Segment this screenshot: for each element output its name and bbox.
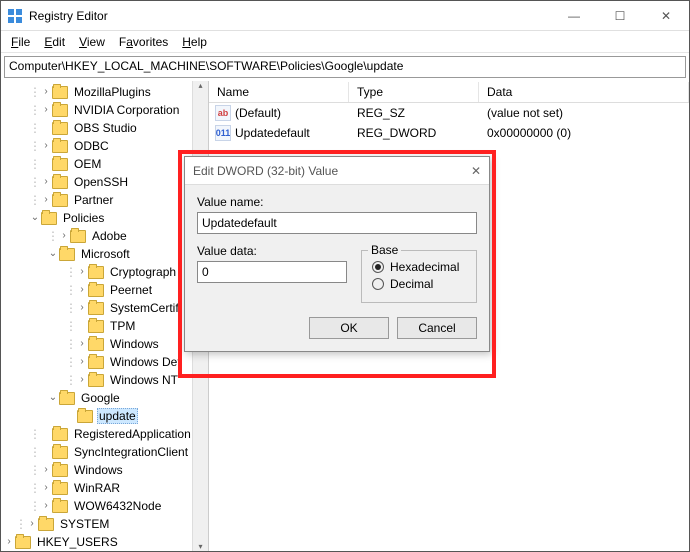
maximize-button[interactable]: ☐ — [597, 1, 643, 30]
folder-icon — [88, 266, 104, 279]
ok-button[interactable]: OK — [309, 317, 389, 339]
folder-icon — [59, 392, 75, 405]
value-row[interactable]: 011Updatedefault REG_DWORD 0x00000000 (0… — [209, 123, 689, 143]
folder-icon — [88, 374, 104, 387]
dword-value-icon: 011 — [215, 125, 231, 141]
base-group: Base Hexadecimal Decimal — [361, 250, 477, 303]
folder-icon — [88, 302, 104, 315]
address-bar[interactable]: Computer\HKEY_LOCAL_MACHINE\SOFTWARE\Pol… — [4, 56, 686, 78]
tree-pane: ⋮›MozillaPlugins ⋮›NVIDIA Corporation ⋮ … — [1, 81, 209, 551]
menu-file[interactable]: File — [5, 33, 36, 51]
tree-item[interactable]: ⋮›SystemCertif — [3, 299, 208, 317]
tree-item[interactable]: ⋮ OBS Studio — [3, 119, 208, 137]
folder-icon — [52, 428, 68, 441]
tree-item[interactable]: ⋮›Cryptograph — [3, 263, 208, 281]
col-header-data[interactable]: Data — [479, 82, 689, 102]
folder-icon — [52, 104, 68, 117]
folder-icon — [52, 500, 68, 513]
menubar: File Edit View Favorites Help — [1, 31, 689, 53]
tree-item[interactable]: ⋮›Peernet — [3, 281, 208, 299]
folder-icon — [88, 356, 104, 369]
folder-icon — [52, 140, 68, 153]
folder-icon — [70, 230, 86, 243]
titlebar: Registry Editor ― ☐ ✕ — [1, 1, 689, 31]
menu-favorites[interactable]: Favorites — [113, 33, 174, 51]
tree-item[interactable]: ⌄Microsoft — [3, 245, 208, 263]
tree-item[interactable]: ⋮›Windows NT — [3, 371, 208, 389]
folder-icon — [52, 122, 68, 135]
edit-dword-dialog: Edit DWORD (32-bit) Value ✕ Value name: … — [184, 156, 490, 352]
close-button[interactable]: ✕ — [643, 1, 689, 30]
tree-item-selected[interactable]: update — [3, 407, 208, 425]
folder-icon — [52, 86, 68, 99]
tree-item[interactable]: ⋮›NVIDIA Corporation — [3, 101, 208, 119]
tree-item[interactable]: ›HKEY_USERS — [3, 533, 208, 551]
base-legend: Base — [368, 243, 401, 257]
folder-icon — [52, 194, 68, 207]
folder-icon — [41, 212, 57, 225]
radio-icon — [372, 278, 384, 290]
folder-icon — [59, 248, 75, 261]
list-header: Name Type Data — [209, 81, 689, 103]
tree-item[interactable]: ⌄Policies — [3, 209, 208, 227]
menu-view[interactable]: View — [73, 33, 111, 51]
minimize-button[interactable]: ― — [551, 1, 597, 30]
tree-item[interactable]: ⋮ OEM — [3, 155, 208, 173]
col-header-name[interactable]: Name — [209, 82, 349, 102]
menu-edit[interactable]: Edit — [38, 33, 71, 51]
tree-item[interactable]: ⋮›Windows Def — [3, 353, 208, 371]
cancel-button[interactable]: Cancel — [397, 317, 477, 339]
tree-item[interactable]: ⋮›Partner — [3, 191, 208, 209]
folder-icon — [52, 464, 68, 477]
value-data-label: Value data: — [197, 244, 347, 258]
string-value-icon: ab — [215, 105, 231, 121]
value-data-field[interactable] — [197, 261, 347, 283]
folder-icon — [88, 284, 104, 297]
folder-icon — [38, 518, 54, 531]
dialog-close-icon[interactable]: ✕ — [471, 164, 481, 178]
folder-icon — [15, 536, 31, 549]
radio-icon — [372, 261, 384, 273]
menu-help[interactable]: Help — [176, 33, 213, 51]
tree-item[interactable]: ⋮›WOW6432Node — [3, 497, 208, 515]
folder-icon — [52, 482, 68, 495]
dialog-title: Edit DWORD (32-bit) Value — [193, 164, 338, 178]
folder-icon — [52, 446, 68, 459]
window-title: Registry Editor — [29, 9, 551, 23]
tree-item[interactable]: ⋮›WinRAR — [3, 479, 208, 497]
folder-icon — [88, 320, 104, 333]
tree-item[interactable]: ⋮ SyncIntegrationClient — [3, 443, 208, 461]
tree-item[interactable]: ⌄Google — [3, 389, 208, 407]
tree-item[interactable]: ⋮›Windows — [3, 461, 208, 479]
radio-dec[interactable]: Decimal — [372, 277, 466, 291]
tree-item[interactable]: ⋮›ODBC — [3, 137, 208, 155]
tree-item[interactable]: ⋮ RegisteredApplication — [3, 425, 208, 443]
folder-icon — [52, 158, 68, 171]
folder-icon — [88, 338, 104, 351]
folder-icon — [52, 176, 68, 189]
tree-item[interactable]: ⋮ TPM — [3, 317, 208, 335]
tree-item[interactable]: ⋮›Windows — [3, 335, 208, 353]
tree-item[interactable]: ⋮›OpenSSH — [3, 173, 208, 191]
radio-hex[interactable]: Hexadecimal — [372, 260, 466, 274]
col-header-type[interactable]: Type — [349, 82, 479, 102]
tree-item[interactable]: ⋮›MozillaPlugins — [3, 83, 208, 101]
value-name-label: Value name: — [197, 195, 477, 209]
value-name-field[interactable] — [197, 212, 477, 234]
tree-item[interactable]: ⋮›SYSTEM — [3, 515, 208, 533]
tree-item[interactable]: ⋮›Adobe — [3, 227, 208, 245]
folder-icon — [77, 410, 93, 423]
value-row[interactable]: ab(Default) REG_SZ (value not set) — [209, 103, 689, 123]
regedit-icon — [7, 8, 23, 24]
